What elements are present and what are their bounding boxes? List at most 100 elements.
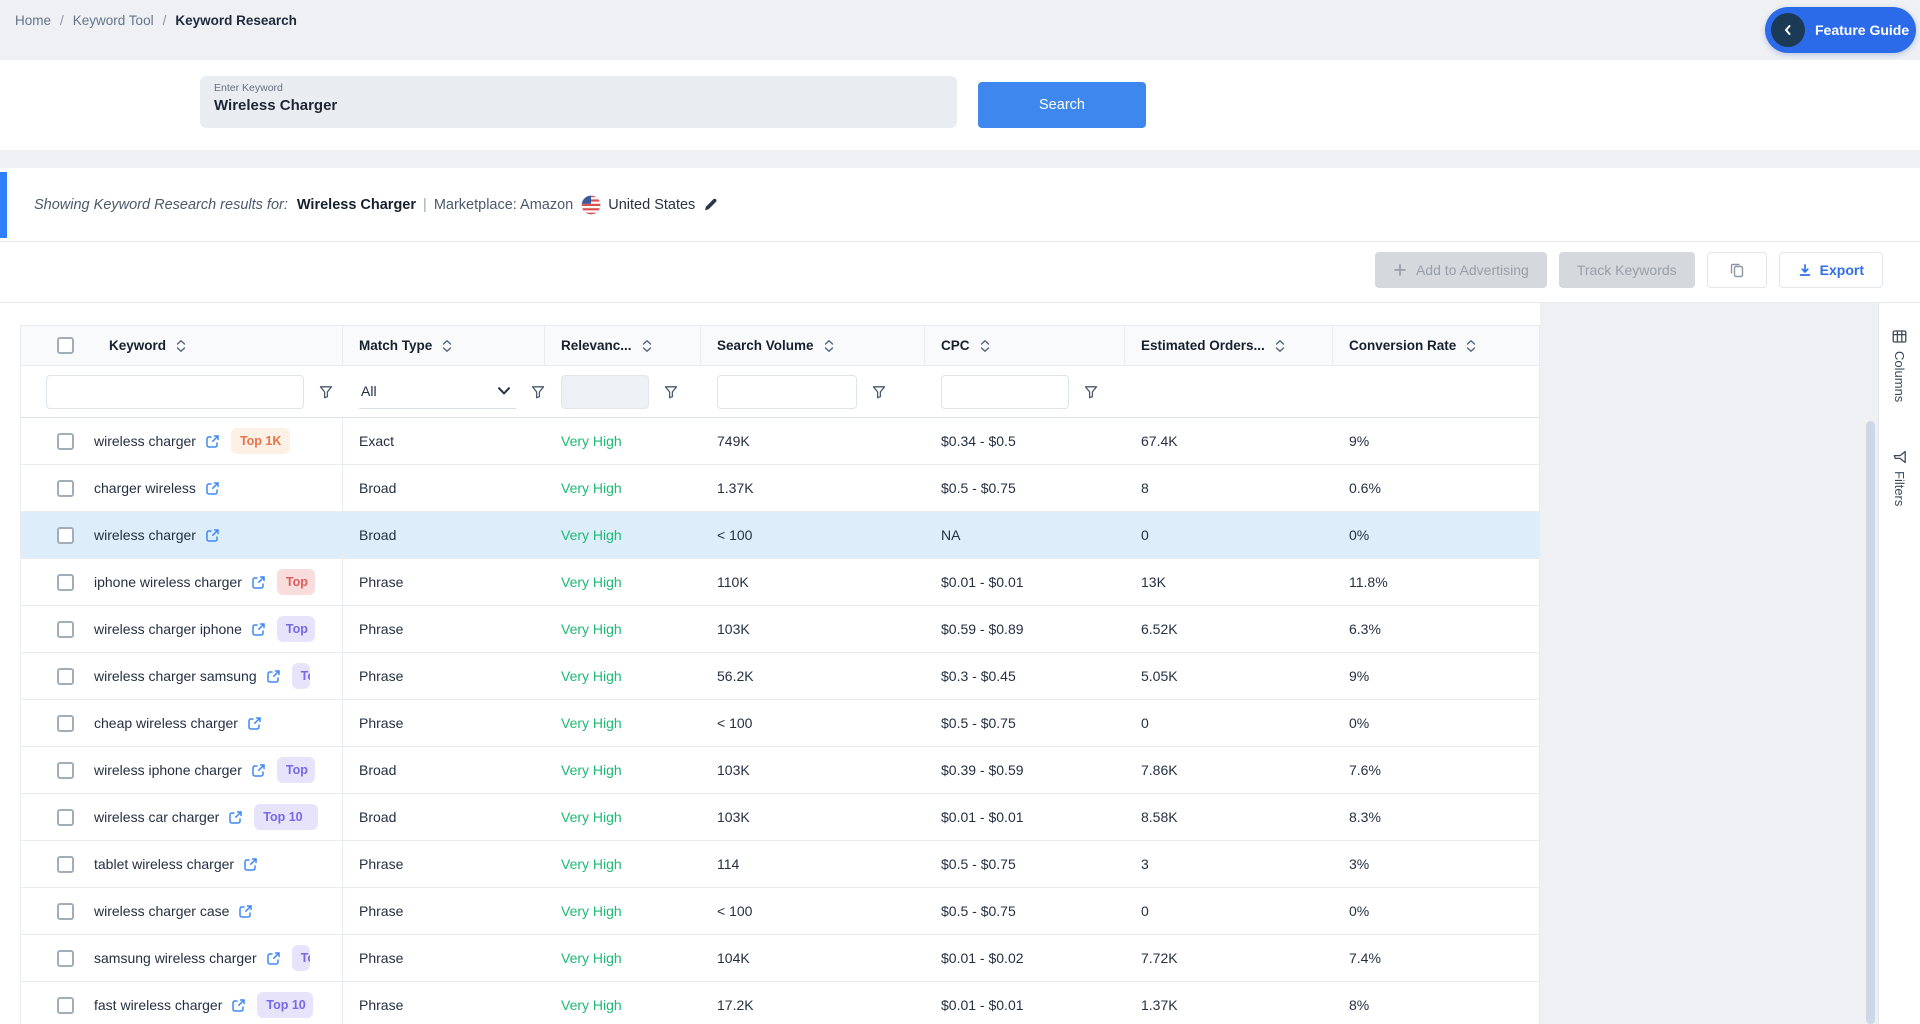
row-checkbox[interactable] [57, 574, 74, 591]
keyword-search-field[interactable]: Enter Keyword [200, 76, 957, 128]
match-type-cell: Phrase [343, 559, 545, 605]
filter-icon[interactable] [1084, 385, 1098, 399]
keyword-filter-input[interactable] [46, 375, 304, 409]
table-row[interactable]: wireless charger samsung Top Phrase Very… [21, 653, 1539, 700]
external-link-icon[interactable] [266, 669, 281, 684]
row-checkbox[interactable] [57, 668, 74, 685]
keyword-cell: cheap wireless charger [21, 700, 343, 746]
estimated-orders-cell: 67.4K [1125, 418, 1333, 464]
table-row[interactable]: samsung wireless charger Top Phrase Very… [21, 935, 1539, 982]
external-link-icon[interactable] [266, 951, 281, 966]
row-checkbox[interactable] [57, 809, 74, 826]
breadcrumb: Home / Keyword Tool / Keyword Research [15, 13, 297, 28]
row-checkbox[interactable] [57, 856, 74, 873]
table-row[interactable]: wireless charger case Phrase Very High <… [21, 888, 1539, 935]
row-checkbox[interactable] [57, 997, 74, 1014]
external-link-icon[interactable] [243, 857, 258, 872]
header-keyword[interactable]: Keyword [21, 326, 343, 365]
header-relevance-label: Relevanc... [561, 338, 632, 353]
cpc-cell: $0.01 - $0.01 [925, 794, 1125, 840]
rank-badge: Top [292, 945, 310, 971]
external-link-icon[interactable] [205, 481, 220, 496]
header-relevance[interactable]: Relevanc... [545, 326, 701, 365]
relevance-cell: Very High [545, 512, 701, 558]
search-volume-cell: 104K [701, 935, 925, 981]
row-checkbox[interactable] [57, 715, 74, 732]
search-input[interactable] [214, 97, 943, 114]
table-row[interactable]: tablet wireless charger Phrase Very High… [21, 841, 1539, 888]
row-checkbox[interactable] [57, 480, 74, 497]
external-link-icon[interactable] [251, 763, 266, 778]
export-button[interactable]: Export [1779, 252, 1883, 288]
external-link-icon[interactable] [251, 622, 266, 637]
us-flag-icon [581, 195, 601, 215]
header-estimated-orders[interactable]: Estimated Orders... [1125, 326, 1333, 365]
add-to-advertising-button[interactable]: Add to Advertising [1375, 252, 1547, 288]
relevance-cell: Very High [545, 935, 701, 981]
external-link-icon[interactable] [205, 528, 220, 543]
row-checkbox[interactable] [57, 527, 74, 544]
search-volume-filter-input[interactable] [717, 375, 857, 409]
estimated-orders-cell: 6.52K [1125, 606, 1333, 652]
row-checkbox[interactable] [57, 621, 74, 638]
table-row[interactable]: fast wireless charger Top 10 Phrase Very… [21, 982, 1539, 1024]
external-link-icon[interactable] [251, 575, 266, 590]
search-button[interactable]: Search [978, 82, 1146, 128]
feature-guide-button[interactable]: Feature Guide [1765, 7, 1916, 53]
match-type-cell: Phrase [343, 935, 545, 981]
keyword-cell: wireless charger samsung Top [21, 653, 343, 699]
header-cpc[interactable]: CPC [925, 326, 1125, 365]
conversion-rate-cell: 8% [1333, 982, 1539, 1024]
header-match-type[interactable]: Match Type [343, 326, 545, 365]
external-link-icon[interactable] [205, 434, 220, 449]
external-link-icon[interactable] [228, 810, 243, 825]
tab-columns[interactable]: Columns [1892, 329, 1907, 402]
filter-icon[interactable] [664, 385, 678, 399]
filter-icon[interactable] [872, 385, 886, 399]
row-checkbox[interactable] [57, 903, 74, 920]
conversion-rate-cell: 9% [1333, 418, 1539, 464]
keyword-text: iphone wireless charger [94, 574, 242, 590]
keyword-cell: wireless charger Top 1K [21, 418, 343, 464]
edit-pencil-icon[interactable] [703, 197, 718, 212]
table-row[interactable]: iphone wireless charger Top Phrase Very … [21, 559, 1539, 606]
table-row[interactable]: wireless charger iphone Top Phrase Very … [21, 606, 1539, 653]
external-link-icon[interactable] [238, 904, 253, 919]
sort-icon [441, 339, 453, 353]
header-search-volume[interactable]: Search Volume [701, 326, 925, 365]
table-row[interactable]: wireless charger Broad Very High < 100 N… [21, 512, 1539, 559]
row-checkbox[interactable] [57, 762, 74, 779]
keyword-cell: wireless iphone charger Top [21, 747, 343, 793]
keyword-cell: iphone wireless charger Top [21, 559, 343, 605]
match-type-select[interactable]: All [359, 375, 516, 409]
external-link-icon[interactable] [231, 998, 246, 1013]
plus-icon [1393, 263, 1407, 277]
cpc-cell: $0.5 - $0.75 [925, 465, 1125, 511]
breadcrumb-home[interactable]: Home [15, 13, 51, 28]
copy-button[interactable] [1707, 252, 1767, 288]
vertical-scrollbar[interactable] [1866, 421, 1875, 1024]
download-icon [1798, 263, 1812, 277]
table-row[interactable]: wireless iphone charger Top Broad Very H… [21, 747, 1539, 794]
external-link-icon[interactable] [247, 716, 262, 731]
filter-icon[interactable] [319, 385, 333, 399]
row-checkbox[interactable] [57, 433, 74, 450]
filter-icon[interactable] [531, 385, 545, 399]
breadcrumb-keyword-tool[interactable]: Keyword Tool [73, 13, 154, 28]
match-type-filter-cell: All [343, 366, 545, 417]
row-checkbox[interactable] [57, 950, 74, 967]
accent-bar [0, 172, 7, 238]
results-marketplace: Marketplace: Amazon [434, 197, 573, 213]
select-all-checkbox[interactable] [57, 337, 74, 354]
table-row[interactable]: cheap wireless charger Phrase Very High … [21, 700, 1539, 747]
relevance-cell: Very High [545, 841, 701, 887]
tab-filters[interactable]: Filters [1892, 450, 1907, 506]
relevance-cell: Very High [545, 747, 701, 793]
table-row[interactable]: charger wireless Broad Very High 1.37K $… [21, 465, 1539, 512]
table-row[interactable]: wireless car charger Top 10 Broad Very H… [21, 794, 1539, 841]
cpc-filter-input[interactable] [941, 375, 1069, 409]
header-conversion-rate[interactable]: Conversion Rate [1333, 326, 1539, 365]
search-volume-filter-cell [701, 366, 925, 417]
table-row[interactable]: wireless charger Top 1K Exact Very High … [21, 418, 1539, 465]
track-keywords-button[interactable]: Track Keywords [1559, 252, 1695, 288]
